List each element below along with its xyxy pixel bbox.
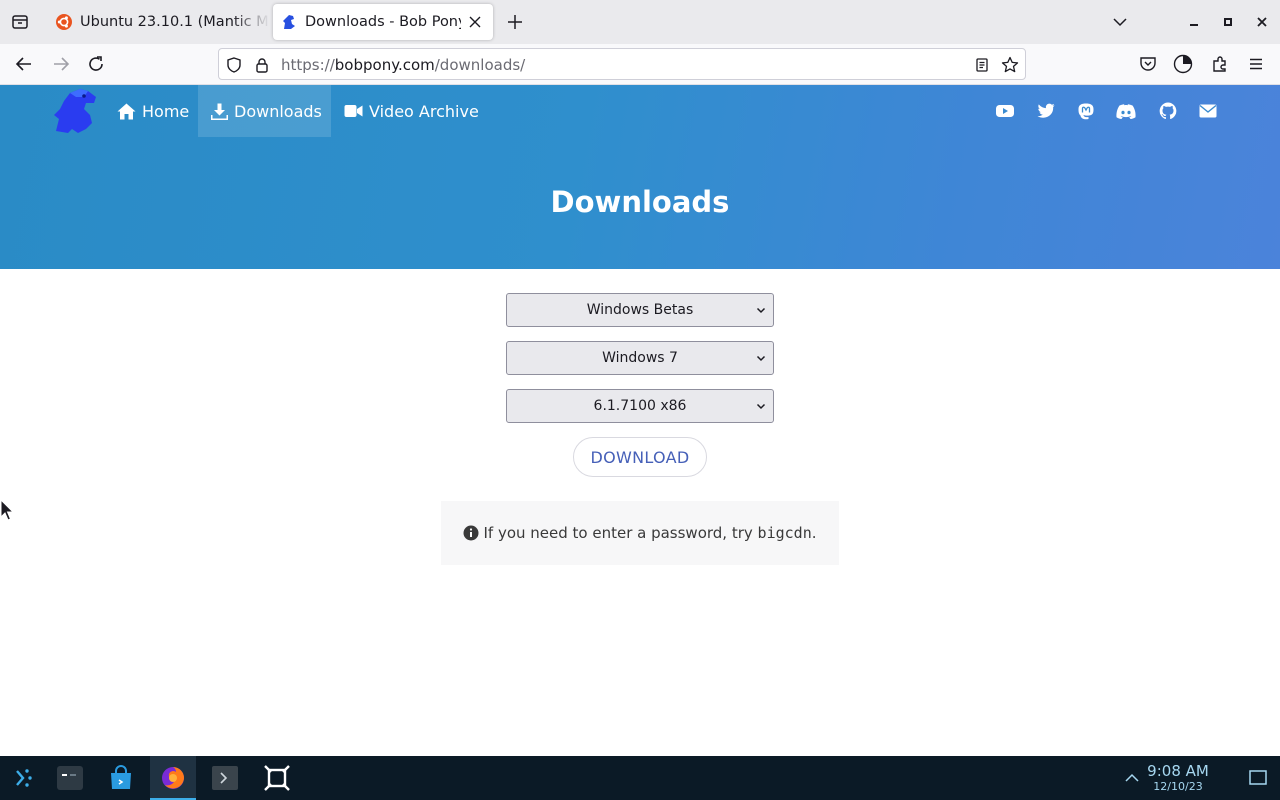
forward-arrow-icon[interactable] xyxy=(51,54,71,74)
nav-label: Downloads xyxy=(234,101,322,121)
site-navbar: Home Downloads Video Archive xyxy=(0,85,1280,137)
product-select[interactable]: Windows 7 xyxy=(506,341,774,375)
tracking-protection-shield-icon[interactable] xyxy=(225,56,243,74)
show-desktop-icon[interactable] xyxy=(1236,756,1280,800)
build-select[interactable]: 6.1.7100 x86 xyxy=(506,389,774,423)
tab-groups-icon[interactable] xyxy=(10,12,30,32)
youtube-icon[interactable] xyxy=(995,101,1015,121)
download-icon xyxy=(211,103,228,120)
terminal-icon[interactable] xyxy=(202,756,248,800)
browser-nav-bar: https://bobpony.com/downloads/ xyxy=(0,44,1280,85)
taskbar: 9:08 AM 12/10/23 xyxy=(0,756,1280,800)
url-scheme: https:// xyxy=(281,56,335,74)
system-monitor-icon[interactable] xyxy=(47,756,93,800)
category-select-value: Windows Betas xyxy=(586,302,694,318)
minimize-window-icon[interactable] xyxy=(1184,12,1204,32)
tab-title: Downloads - Bob Pony xyxy=(305,14,461,30)
password-note: If you need to enter a password, try big… xyxy=(441,501,839,565)
tab-downloads[interactable]: Downloads - Bob Pony xyxy=(273,4,493,40)
pocket-icon[interactable] xyxy=(1138,54,1158,74)
email-icon[interactable] xyxy=(1198,101,1218,121)
note-password: bigcdn xyxy=(757,524,812,542)
page-title: Downloads xyxy=(550,185,730,219)
twitter-icon[interactable] xyxy=(1036,101,1056,121)
list-all-tabs-icon[interactable] xyxy=(1112,14,1128,30)
nav-video-archive[interactable]: Video Archive xyxy=(331,85,492,137)
padlock-icon[interactable] xyxy=(253,56,271,74)
build-select-value: 6.1.7100 x86 xyxy=(593,398,687,414)
chevron-down-icon xyxy=(756,307,766,314)
maximize-window-icon[interactable] xyxy=(1218,12,1238,32)
download-button[interactable]: DOWNLOAD xyxy=(573,437,707,477)
software-store-icon[interactable] xyxy=(98,756,144,800)
reader-view-icon[interactable] xyxy=(973,56,991,74)
tab-title: Ubuntu 23.10.1 (Mantic Minotaur) xyxy=(80,14,270,30)
firefox-taskbar-icon[interactable] xyxy=(150,756,196,800)
video-camera-icon xyxy=(344,103,363,120)
web-page: Home Downloads Video Archive Downloads W… xyxy=(0,85,1280,756)
github-icon[interactable] xyxy=(1158,101,1178,121)
address-bar[interactable]: https://bobpony.com/downloads/ xyxy=(218,48,1026,80)
nav-downloads[interactable]: Downloads xyxy=(198,85,331,137)
ubuntu-favicon-icon xyxy=(56,14,72,30)
bookmark-star-icon[interactable] xyxy=(1001,56,1019,74)
clock-time: 9:08 AM xyxy=(1147,762,1209,780)
hamburger-menu-icon[interactable] xyxy=(1246,54,1266,74)
home-icon xyxy=(117,103,136,120)
nav-home[interactable]: Home xyxy=(104,85,202,137)
category-select[interactable]: Windows Betas xyxy=(506,293,774,327)
app-launcher-icon[interactable] xyxy=(0,756,46,800)
discord-icon[interactable] xyxy=(1116,101,1136,121)
url-domain: bobpony.com xyxy=(334,56,435,74)
bobpony-logo-icon[interactable] xyxy=(50,85,102,137)
reload-icon[interactable] xyxy=(86,54,106,74)
hero-banner: Home Downloads Video Archive Downloads xyxy=(0,85,1280,269)
firefox-account-icon[interactable] xyxy=(1173,54,1193,74)
url-text: https://bobpony.com/downloads/ xyxy=(281,56,525,74)
browser-tab-bar: Ubuntu 23.10.1 (Mantic Minotaur) Downloa… xyxy=(0,0,1280,44)
back-arrow-icon[interactable] xyxy=(14,54,34,74)
window-overview-icon[interactable] xyxy=(254,756,300,800)
mastodon-icon[interactable] xyxy=(1076,101,1096,121)
note-suffix: . xyxy=(811,524,817,542)
chevron-down-icon xyxy=(756,403,766,410)
mouse-cursor-icon xyxy=(0,499,14,521)
tab-ubuntu[interactable]: Ubuntu 23.10.1 (Mantic Minotaur) xyxy=(48,4,270,40)
close-window-icon[interactable] xyxy=(1252,12,1272,32)
clock-date: 12/10/23 xyxy=(1153,780,1203,793)
nav-label: Home xyxy=(142,101,190,121)
new-tab-icon[interactable] xyxy=(505,12,525,32)
note-text: If you need to enter a password, try xyxy=(483,524,753,542)
url-path: /downloads/ xyxy=(434,56,526,74)
info-circle-icon xyxy=(463,525,479,541)
close-tab-icon[interactable] xyxy=(461,8,489,36)
nav-label: Video Archive xyxy=(369,101,479,121)
chevron-down-icon xyxy=(756,355,766,362)
bobpony-favicon-icon xyxy=(281,14,297,30)
extensions-puzzle-icon[interactable] xyxy=(1210,54,1230,74)
clock[interactable]: 9:08 AM 12/10/23 xyxy=(1138,763,1218,794)
product-select-value: Windows 7 xyxy=(602,350,678,366)
